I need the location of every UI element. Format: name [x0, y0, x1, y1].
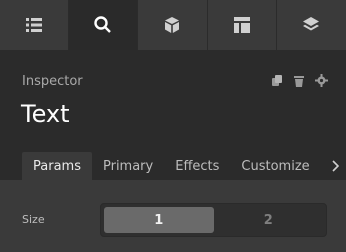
size-option-1[interactable]: 1 — [104, 207, 214, 233]
tool-cube[interactable] — [138, 0, 208, 50]
layers-icon — [302, 16, 320, 34]
section-label: Inspector — [22, 74, 83, 89]
gear-icon[interactable] — [315, 74, 328, 87]
tab-primary[interactable]: Primary — [92, 152, 164, 180]
page-title: Text — [21, 100, 70, 128]
top-toolbar — [0, 0, 346, 50]
tool-layout[interactable] — [208, 0, 277, 50]
size-label: Size — [22, 213, 45, 226]
header-actions — [271, 74, 328, 87]
tabs-next-button[interactable] — [329, 152, 341, 180]
size-option-2[interactable]: 2 — [214, 207, 324, 233]
tab-customize[interactable]: Customize — [230, 152, 320, 180]
search-icon — [93, 15, 113, 35]
list-icon — [25, 16, 43, 34]
cube-icon — [163, 16, 181, 34]
copy-icon[interactable] — [271, 74, 283, 87]
size-selector: 1 2 — [100, 203, 327, 237]
layout-icon — [233, 16, 251, 34]
tool-search[interactable] — [69, 0, 139, 50]
tab-effects[interactable]: Effects — [164, 152, 230, 180]
trash-icon[interactable] — [293, 75, 305, 87]
tool-layers[interactable] — [277, 0, 346, 50]
tool-list[interactable] — [0, 0, 70, 50]
tab-params[interactable]: Params — [22, 152, 92, 180]
inspector-tabs: Params Primary Effects Customize — [22, 152, 321, 180]
chevron-right-icon — [331, 157, 340, 176]
